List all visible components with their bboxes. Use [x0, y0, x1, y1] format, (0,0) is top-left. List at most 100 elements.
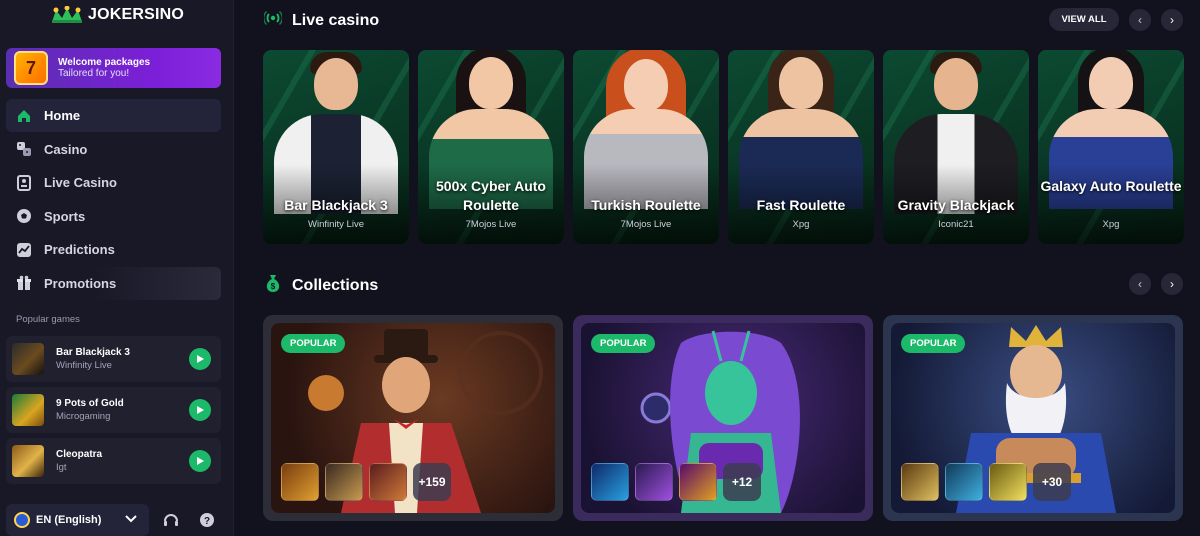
play-button[interactable] [189, 450, 211, 472]
popular-badge: POPULAR [281, 334, 346, 353]
chevron-right-icon: › [1170, 277, 1174, 291]
nav-label-live-casino: Live Casino [44, 175, 117, 191]
live-game-title: Galaxy Auto Roulette [1040, 178, 1182, 194]
nav-label-casino: Casino [44, 141, 88, 157]
support-button[interactable] [157, 504, 185, 536]
live-game-provider: Winfinity Live [308, 219, 364, 230]
view-all-button[interactable]: VIEW ALL [1049, 8, 1119, 31]
popular-game-item[interactable]: Bar Blackjack 3 Winfinity Live [6, 336, 221, 382]
play-button[interactable] [189, 399, 211, 421]
money-bag-icon: $ [264, 273, 282, 298]
game-thumbnail [12, 445, 44, 477]
popular-game-item[interactable]: 9 Pots of Gold Microgaming [6, 387, 221, 433]
home-icon [16, 108, 32, 124]
sidebar: JOKERSINO 7 Welcome packages Tailored fo… [0, 0, 234, 536]
trend-chart-icon [16, 242, 32, 258]
collections-row: POPULAR +159 POPULAR +12 POPULAR +30 [263, 315, 1183, 521]
svg-text:?: ? [204, 516, 210, 527]
popular-game-item[interactable]: Cleopatra Igt [6, 438, 221, 484]
popular-game-provider: Igt [56, 462, 67, 473]
live-game-provider: Xpg [1102, 219, 1120, 230]
live-game-provider: Xpg [792, 219, 810, 230]
live-game-title: 500x Cyber Auto Roulette [436, 178, 546, 213]
chevron-down-icon [125, 514, 138, 526]
collection-game-thumb[interactable] [679, 463, 717, 501]
gift-icon [16, 275, 32, 291]
live-game-title: Bar Blackjack 3 [284, 197, 388, 213]
play-icon [197, 406, 204, 414]
collections-header: $ Collections [264, 273, 378, 298]
live-game-title: Turkish Roulette [591, 197, 701, 213]
live-game-card[interactable]: Turkish Roulette 7Mojos Live [573, 50, 719, 244]
dice-icon [16, 141, 32, 157]
collection-game-thumb[interactable] [945, 463, 983, 501]
chevron-right-icon: › [1170, 13, 1174, 27]
collection-game-thumb[interactable] [325, 463, 363, 501]
game-thumbnail [12, 394, 44, 426]
live-game-provider: 7Mojos Live [620, 219, 672, 230]
sidebar-footer: EN (English) ? [6, 504, 221, 536]
nav-item-predictions[interactable]: Predictions [6, 233, 221, 266]
promo-seven-badge: 7 [14, 51, 48, 85]
more-games-count[interactable]: +12 [723, 463, 761, 501]
live-dealer-icon [16, 174, 32, 191]
brand-name: JOKERSINO [88, 6, 185, 23]
play-button[interactable] [189, 348, 211, 370]
nav-item-casino[interactable]: Casino [6, 133, 221, 166]
play-icon [197, 355, 204, 363]
collection-game-thumb[interactable] [369, 463, 407, 501]
collection-game-thumb[interactable] [989, 463, 1027, 501]
eu-flag-icon [14, 512, 30, 528]
language-selector[interactable]: EN (English) [6, 504, 150, 536]
nav-item-home[interactable]: Home [6, 99, 221, 132]
main-content: Live casino VIEW ALL ‹ › Bar Blackjack 3… [234, 0, 1200, 536]
live-game-card[interactable]: Bar Blackjack 3 Winfinity Live [263, 50, 409, 244]
nav-item-promotions[interactable]: Promotions [6, 266, 221, 300]
collections-title: Collections [292, 276, 379, 294]
live-prev-button[interactable]: ‹ [1129, 9, 1151, 31]
chevron-left-icon: ‹ [1138, 277, 1142, 291]
collection-game-thumb[interactable] [281, 463, 319, 501]
promo-title: Welcome packages [58, 57, 151, 68]
collection-game-thumb[interactable] [635, 463, 673, 501]
headset-icon [164, 514, 179, 526]
welcome-packages-banner[interactable]: 7 Welcome packages Tailored for you! [6, 48, 221, 88]
popular-game-name: 9 Pots of Gold [56, 398, 124, 409]
live-game-card[interactable]: Fast Roulette Xpg [728, 50, 874, 244]
brand-logo[interactable]: JOKERSINO [50, 5, 185, 24]
popular-badge: POPULAR [591, 334, 656, 353]
nav-item-sports[interactable]: Sports [6, 200, 221, 233]
live-next-button[interactable]: › [1161, 9, 1183, 31]
nav-label-predictions: Predictions [44, 242, 115, 258]
collection-game-thumb[interactable] [901, 463, 939, 501]
live-casino-row: Bar Blackjack 3 Winfinity Live 500x Cybe… [263, 50, 1184, 244]
live-game-card[interactable]: 500x Cyber Auto Roulette 7Mojos Live [418, 50, 564, 244]
collection-card[interactable]: POPULAR +30 [883, 315, 1183, 521]
live-casino-header: Live casino [262, 9, 379, 32]
live-game-provider: Iconic21 [938, 219, 974, 230]
popular-game-name: Cleopatra [56, 449, 103, 460]
live-game-card[interactable]: Galaxy Auto Roulette Xpg [1038, 50, 1184, 244]
play-icon [197, 457, 204, 465]
popular-games-label: Popular games [16, 314, 80, 325]
help-button[interactable]: ? [193, 504, 221, 536]
collection-game-thumb[interactable] [591, 463, 629, 501]
chevron-left-icon: ‹ [1138, 13, 1142, 27]
more-games-count[interactable]: +30 [1033, 463, 1071, 501]
popular-badge: POPULAR [901, 334, 966, 353]
language-label: EN (English) [36, 514, 102, 526]
nav-label-promotions: Promotions [44, 275, 117, 291]
collections-prev-button[interactable]: ‹ [1129, 273, 1151, 295]
live-game-card[interactable]: Gravity Blackjack Iconic21 [883, 50, 1029, 244]
svg-text:$: $ [271, 282, 276, 291]
nav-label-sports: Sports [44, 208, 86, 224]
game-thumbnail [12, 343, 44, 375]
nav-item-live-casino[interactable]: Live Casino [6, 166, 221, 199]
soccer-ball-icon [16, 208, 32, 224]
nav-label-home: Home [44, 108, 81, 123]
collection-card[interactable]: POPULAR +159 [263, 315, 563, 521]
more-games-count[interactable]: +159 [413, 463, 451, 501]
collections-next-button[interactable]: › [1161, 273, 1183, 295]
promo-subtitle: Tailored for you! [58, 68, 130, 79]
collection-card[interactable]: POPULAR +12 [573, 315, 873, 521]
